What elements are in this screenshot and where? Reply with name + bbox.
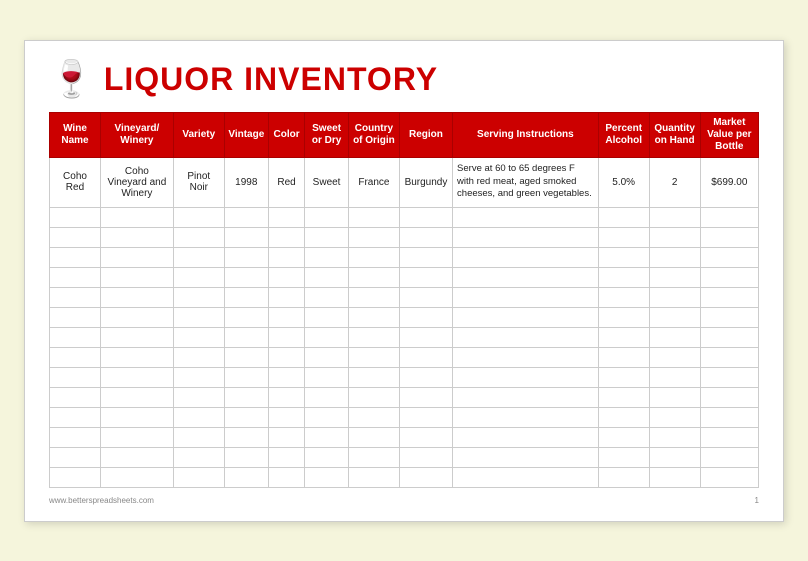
cell-percent: 5.0% xyxy=(598,157,649,207)
table-row xyxy=(50,247,759,267)
cell-region: Burgundy xyxy=(399,157,452,207)
col-vintage: Vintage xyxy=(224,112,268,157)
col-quantity: Quantity on Hand xyxy=(649,112,700,157)
footer-right: 1 xyxy=(755,496,759,505)
page-container: 🍷 LIQUOR INVENTORY Wine Name Vineyard/Wi… xyxy=(24,40,784,522)
cell-quantity: 2 xyxy=(649,157,700,207)
cell-serving: Serve at 60 to 65 degrees F with red mea… xyxy=(453,157,599,207)
wine-icon: 🍷 xyxy=(49,61,94,97)
inventory-table: Wine Name Vineyard/Winery Variety Vintag… xyxy=(49,112,759,488)
table-row xyxy=(50,287,759,307)
col-variety: Variety xyxy=(173,112,224,157)
col-sweet-dry: Sweet or Dry xyxy=(305,112,349,157)
table-header-row: Wine Name Vineyard/Winery Variety Vintag… xyxy=(50,112,759,157)
page-title: LIQUOR INVENTORY xyxy=(104,61,438,98)
table-row xyxy=(50,347,759,367)
col-serving: Serving Instructions xyxy=(453,112,599,157)
col-percent: Percent Alcohol xyxy=(598,112,649,157)
cell-vineyard: Coho Vineyard and Winery xyxy=(100,157,173,207)
col-color: Color xyxy=(268,112,304,157)
cell-sweet-dry: Sweet xyxy=(305,157,349,207)
cell-country: France xyxy=(348,157,399,207)
table-row xyxy=(50,467,759,487)
cell-wine-name: Coho Red xyxy=(50,157,101,207)
table-row xyxy=(50,227,759,247)
col-region: Region xyxy=(399,112,452,157)
cell-color: Red xyxy=(268,157,304,207)
col-wine-name: Wine Name xyxy=(50,112,101,157)
page-header: 🍷 LIQUOR INVENTORY xyxy=(49,61,759,98)
cell-vintage: 1998 xyxy=(224,157,268,207)
table-row xyxy=(50,327,759,347)
table-row xyxy=(50,207,759,227)
logo-area: 🍷 xyxy=(49,61,94,97)
table-row: Coho Red Coho Vineyard and Winery Pinot … xyxy=(50,157,759,207)
col-country: Country of Origin xyxy=(348,112,399,157)
footer-left: www.betterspreadsheets.com xyxy=(49,496,154,505)
cell-market-value: $699.00 xyxy=(700,157,758,207)
col-vineyard: Vineyard/Winery xyxy=(100,112,173,157)
table-row xyxy=(50,407,759,427)
table-row xyxy=(50,387,759,407)
table-row xyxy=(50,447,759,467)
cell-variety: Pinot Noir xyxy=(173,157,224,207)
table-row xyxy=(50,307,759,327)
table-row xyxy=(50,367,759,387)
table-row xyxy=(50,267,759,287)
table-row xyxy=(50,427,759,447)
col-market-value: Market Value per Bottle xyxy=(700,112,758,157)
page-footer: www.betterspreadsheets.com 1 xyxy=(49,496,759,505)
